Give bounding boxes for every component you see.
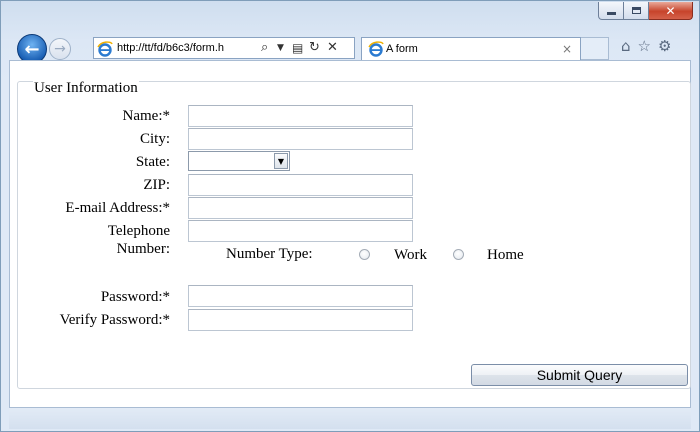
home-icon[interactable]: ⌂ [621, 37, 631, 55]
compatibility-view-icon[interactable]: ▤ [292, 40, 303, 56]
email-label: E-mail Address:* [65, 200, 170, 216]
state-select[interactable]: ▼ [188, 151, 290, 171]
telephone-label: Telephone [107, 223, 170, 239]
status-strip [9, 408, 691, 429]
telephone-field[interactable] [188, 220, 413, 242]
address-bar[interactable]: http://tt/fd/b6c3/form.h ⌕ ▼ ▤ ↻ ✕ [93, 37, 355, 59]
work-label: Work [394, 247, 427, 263]
star-icon[interactable]: ☆ [638, 37, 651, 55]
forward-button[interactable]: → [49, 38, 71, 60]
close-tab-icon[interactable]: × [562, 42, 572, 56]
minimize-icon [606, 12, 616, 15]
zip-label: ZIP: [143, 177, 170, 193]
work-radio[interactable] [359, 249, 370, 260]
back-arrow-icon: ← [24, 38, 40, 60]
search-icon[interactable]: ⌕ [261, 40, 268, 56]
forward-arrow-icon: → [54, 41, 66, 57]
city-field[interactable] [188, 128, 413, 150]
chevron-down-icon[interactable]: ▼ [274, 153, 288, 169]
maximize-button[interactable] [624, 2, 649, 20]
ie-logo-icon [368, 41, 384, 57]
chevron-down-icon[interactable]: ▼ [277, 40, 284, 56]
name-label: Name:* [122, 108, 170, 124]
telephone-label-2: Number: [116, 241, 170, 257]
submit-query-button[interactable]: Submit Query [471, 364, 688, 386]
close-icon: ✕ [665, 3, 676, 18]
zip-field[interactable] [188, 174, 413, 196]
tab-title: A form [386, 43, 418, 55]
tab-a-form[interactable]: A form × [361, 37, 581, 60]
state-label: State: [135, 154, 170, 170]
gear-icon[interactable]: ⚙ [658, 37, 671, 55]
toolbar-icons: ⌂ ☆ ⚙ [621, 37, 671, 55]
minimize-button[interactable] [598, 2, 624, 20]
home-radio[interactable] [453, 249, 464, 260]
verify-password-label: Verify Password:* [59, 312, 170, 328]
fieldset-legend: User Information [33, 80, 139, 97]
new-tab-button[interactable] [581, 37, 609, 60]
address-url[interactable]: http://tt/fd/b6c3/form.h [117, 42, 257, 54]
password-label: Password:* [100, 289, 170, 305]
refresh-icon[interactable]: ↻ [309, 40, 320, 56]
stop-icon[interactable]: ✕ [327, 40, 338, 56]
home-label: Home [487, 247, 524, 263]
window-caption-buttons: ✕ [598, 2, 693, 20]
verify-password-field[interactable] [188, 309, 413, 331]
number-type-label: Number Type: [226, 246, 313, 262]
password-field[interactable] [188, 285, 413, 307]
city-label: City: [139, 131, 170, 147]
email-field[interactable] [188, 197, 413, 219]
maximize-icon [631, 7, 641, 14]
name-field[interactable] [188, 105, 413, 127]
ie-logo-icon [97, 41, 113, 57]
close-window-button[interactable]: ✕ [649, 2, 693, 20]
